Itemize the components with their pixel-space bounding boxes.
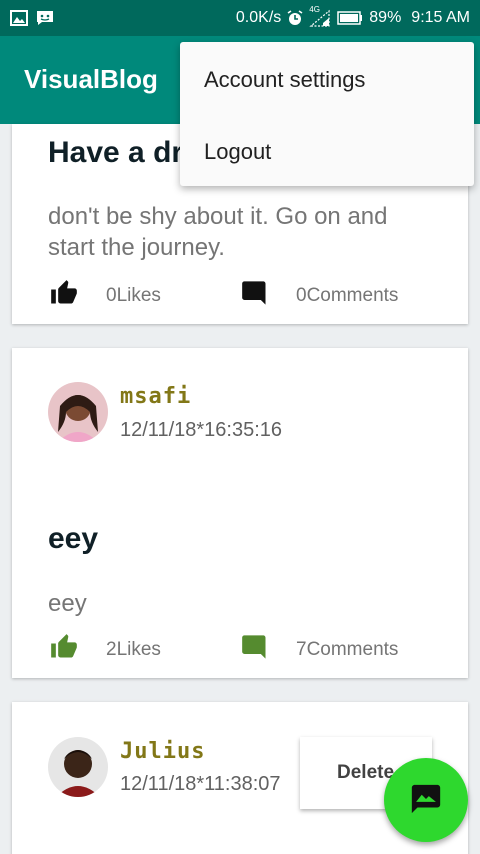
username[interactable]: msafi — [120, 384, 191, 409]
signal-icon: 4G — [309, 5, 331, 27]
post-card[interactable]: msafi 12/11/18*16:35:16 eey eey 2Likes 7… — [12, 348, 468, 678]
thumb-up-icon — [48, 633, 80, 666]
username[interactable]: Julius — [120, 739, 205, 764]
likes-count: 0Likes — [106, 284, 161, 306]
menu-item-logout[interactable]: Logout — [204, 139, 271, 165]
add-post-fab[interactable] — [384, 758, 468, 842]
comment-button[interactable]: 0Comments — [240, 279, 398, 312]
image-notification-icon — [10, 10, 28, 26]
comment-icon — [240, 633, 270, 666]
like-button[interactable]: 0Likes — [48, 279, 161, 312]
post-title: Have a dr — [48, 136, 184, 169]
post-actions: 0Likes 0Comments — [48, 279, 448, 309]
message-notification-icon — [36, 10, 54, 26]
battery-icon — [337, 11, 363, 25]
user-avatar[interactable] — [48, 382, 108, 442]
add-image-icon — [409, 782, 443, 819]
like-button[interactable]: 2Likes — [48, 633, 161, 666]
post-timestamp: 12/11/18*16:35:16 — [120, 419, 283, 441]
post-actions: 2Likes 7Comments — [48, 633, 448, 663]
post-title: eey — [48, 522, 99, 555]
comments-count: 7Comments — [296, 638, 399, 660]
app-title: VisualBlog — [24, 64, 158, 94]
overflow-menu: Account settings Logout — [180, 42, 474, 186]
user-avatar[interactable] — [48, 737, 108, 797]
network-speed: 0.0K/s — [235, 9, 282, 26]
comment-button[interactable]: 7Comments — [240, 633, 398, 666]
alarm-icon — [287, 10, 303, 26]
post-timestamp: 12/11/18*11:38:07 — [120, 773, 281, 795]
status-bar: 0.0K/s 4G 89% 9:15 AM — [0, 0, 480, 36]
menu-item-account-settings[interactable]: Account settings — [204, 67, 365, 93]
clock: 9:15 AM — [411, 9, 470, 26]
post-description: eey — [48, 590, 87, 617]
battery-level: 89% — [369, 9, 402, 26]
comment-icon — [240, 279, 270, 312]
thumb-up-icon — [48, 279, 80, 312]
comments-count: 0Comments — [296, 284, 399, 306]
likes-count: 2Likes — [106, 638, 161, 660]
post-description: don't be shy about it. Go on and start t… — [48, 203, 388, 261]
network-type: 4G — [309, 5, 320, 14]
